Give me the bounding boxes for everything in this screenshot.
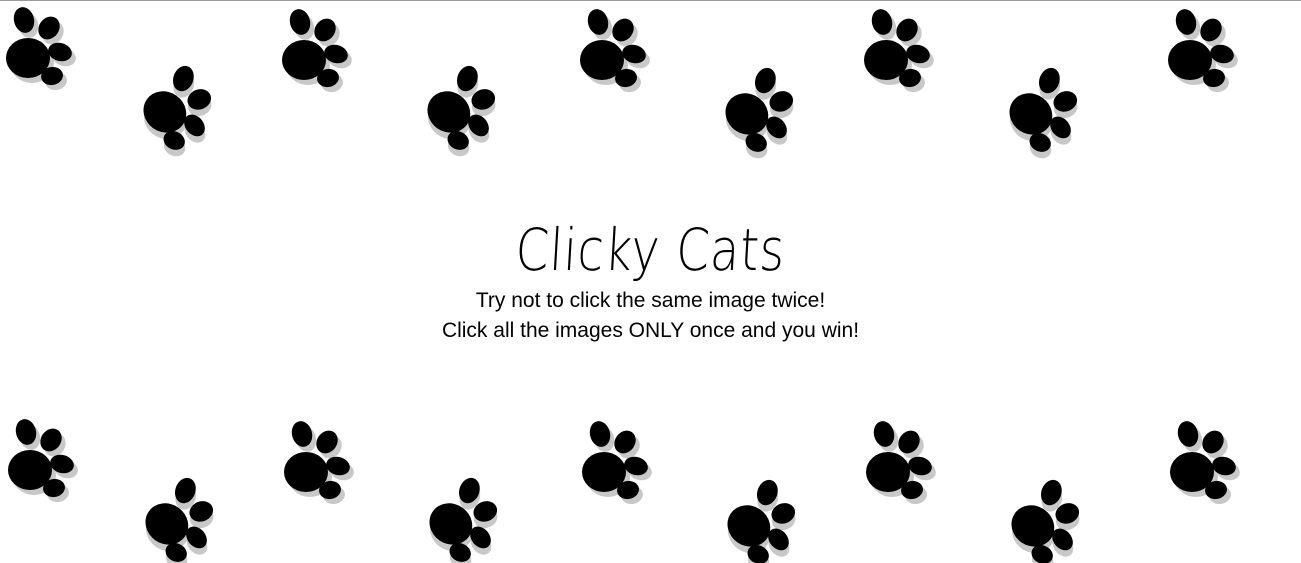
top-border xyxy=(0,0,1301,1)
paw-print-icon xyxy=(262,2,362,102)
paw-print-icon xyxy=(0,0,86,100)
paw-print-icon xyxy=(992,62,1092,162)
paw-print-icon xyxy=(708,62,808,162)
paw-print-icon xyxy=(994,474,1094,563)
instructions-line-1: Try not to click the same image twice! xyxy=(475,289,826,312)
paw-print-icon xyxy=(0,412,88,512)
paw-print-icon xyxy=(562,414,662,514)
paw-print-icon xyxy=(1150,414,1250,514)
header: Clicky Cats Try not to click the same im… xyxy=(0,214,1301,346)
paw-print-icon xyxy=(412,472,512,563)
page-title: Clicky Cats xyxy=(513,216,788,284)
paw-print-icon xyxy=(710,474,810,563)
paw-print-icon xyxy=(264,414,364,514)
page: Clicky Cats Try not to click the same im… xyxy=(0,0,1301,563)
paw-print-icon xyxy=(846,414,946,514)
paw-print-icon xyxy=(844,2,944,102)
paw-print-icon xyxy=(410,60,510,160)
paw-print-icon xyxy=(560,2,660,102)
instructions-line-2: Click all the images ONLY once and you w… xyxy=(441,319,860,342)
paw-print-icon xyxy=(1148,2,1248,102)
paw-print-icon xyxy=(128,472,228,563)
paw-print-icon xyxy=(126,60,226,160)
